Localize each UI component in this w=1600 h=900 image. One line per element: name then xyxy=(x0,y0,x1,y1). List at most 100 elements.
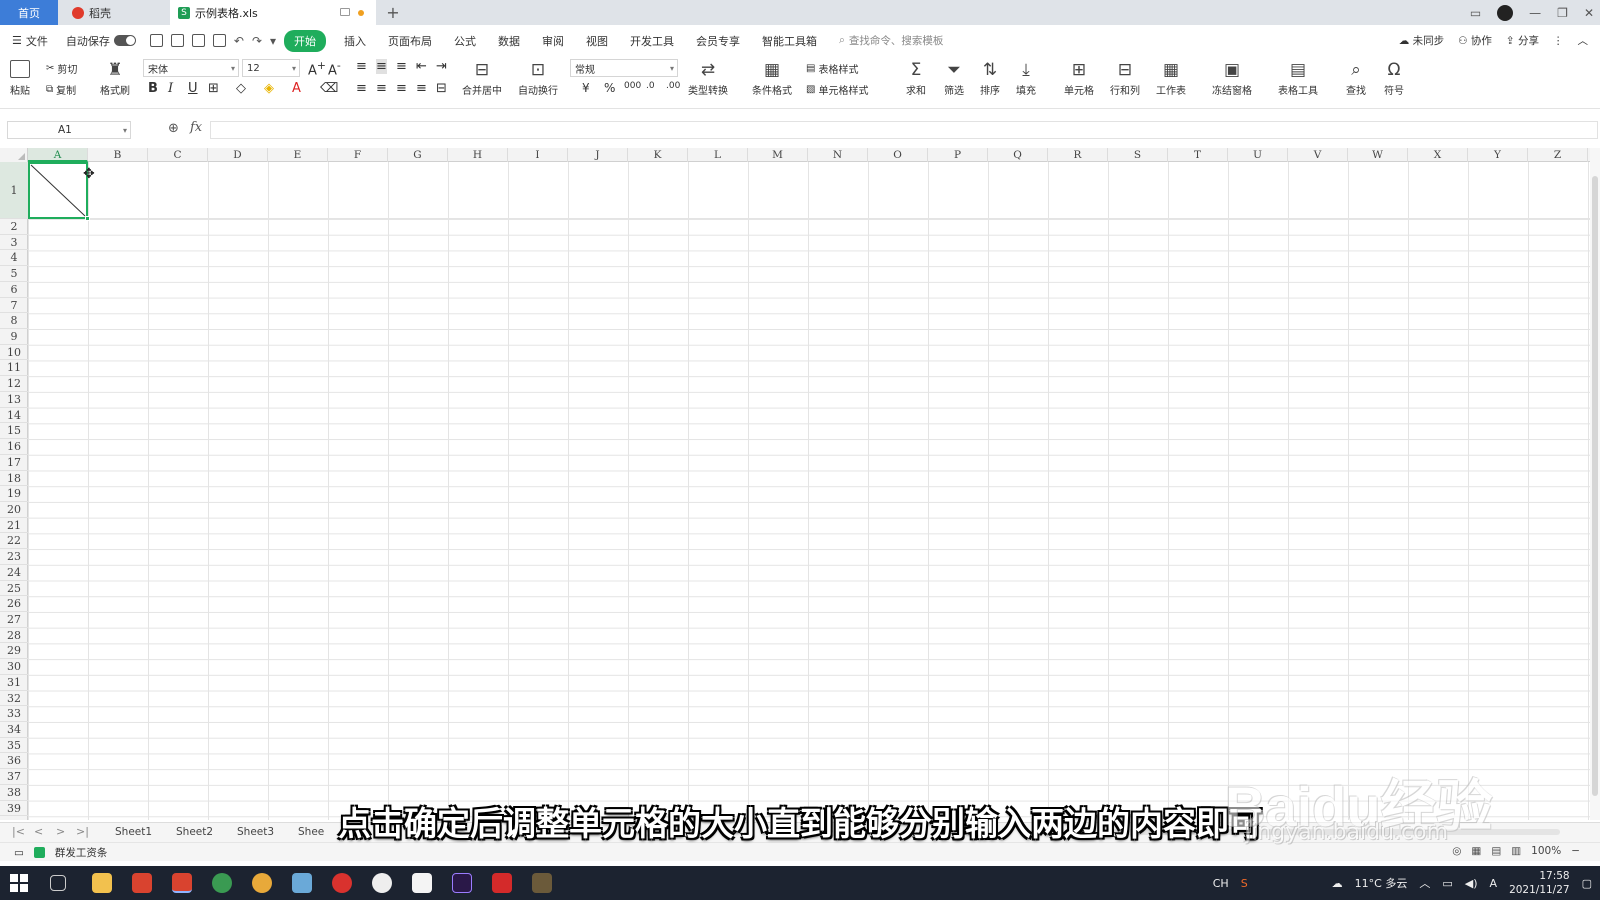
underline-button[interactable]: U xyxy=(188,81,198,96)
menu-file[interactable]: ☰ 文件 xyxy=(12,33,48,49)
column-header[interactable]: W xyxy=(1348,148,1408,162)
column-header[interactable]: J xyxy=(568,148,628,162)
column-header[interactable]: Q xyxy=(988,148,1048,162)
row-header[interactable]: 9 xyxy=(0,329,28,345)
row-header[interactable]: 10 xyxy=(0,345,28,361)
payroll-label[interactable]: 群发工资条 xyxy=(55,845,108,860)
conditional-format-button[interactable]: ▦ 条件格式 xyxy=(752,60,792,97)
zoom-icon[interactable]: ⊕ xyxy=(168,121,179,136)
decrease-font-icon[interactable]: A- xyxy=(328,59,341,78)
app-icon-3[interactable] xyxy=(372,873,392,893)
align-bottom-icon[interactable]: ≡ xyxy=(396,59,407,74)
tab-daoke[interactable]: 稻壳 xyxy=(62,0,166,25)
scroll-thumb[interactable] xyxy=(1592,176,1598,796)
row-header[interactable]: 31 xyxy=(0,675,28,691)
share-button[interactable]: ⇪ 分享 xyxy=(1506,33,1539,48)
bold-button[interactable]: B xyxy=(148,81,158,96)
column-header[interactable]: D xyxy=(208,148,268,162)
notification-icon[interactable]: ▢ xyxy=(1582,877,1592,890)
row-header[interactable]: 27 xyxy=(0,612,28,628)
cut-button[interactable]: ✂ 剪切 xyxy=(46,61,77,76)
row-header[interactable]: 2 xyxy=(0,219,28,235)
app-icon-4[interactable] xyxy=(412,873,432,893)
filter-button[interactable]: ⏷ 筛选 xyxy=(944,60,964,97)
row-header[interactable]: 28 xyxy=(0,628,28,644)
input-language[interactable]: CH xyxy=(1213,877,1229,890)
worksheet-button[interactable]: ▦ 工作表 xyxy=(1156,60,1186,97)
column-header[interactable]: X xyxy=(1408,148,1468,162)
row-col-button[interactable]: ⊟ 行和列 xyxy=(1110,60,1140,97)
indent-increase-icon[interactable]: ⇥ xyxy=(436,59,447,74)
column-header[interactable]: M xyxy=(748,148,808,162)
wrap-text-button[interactable]: ⊡ 自动换行 xyxy=(518,60,558,97)
monitor-icon[interactable] xyxy=(340,8,350,16)
row-header[interactable]: 3 xyxy=(0,235,28,251)
save-icon[interactable] xyxy=(149,34,163,47)
more-icon[interactable]: ⋮ xyxy=(1553,35,1564,47)
menu-member[interactable]: 会员专享 xyxy=(696,33,740,49)
merge-center-button[interactable]: ⊟ 合并居中 xyxy=(462,60,502,97)
row-header[interactable]: 8 xyxy=(0,313,28,330)
italic-button[interactable]: I xyxy=(168,81,173,96)
sync-button[interactable]: ☁ 未同步 xyxy=(1399,33,1444,48)
eye-icon[interactable]: ◎ xyxy=(1452,845,1461,857)
menu-insert[interactable]: 插入 xyxy=(344,33,366,49)
font-size-select[interactable]: 12 xyxy=(242,59,300,77)
row-header[interactable]: 36 xyxy=(0,753,28,770)
file-explorer-icon[interactable] xyxy=(92,873,112,893)
currency-icon[interactable]: ¥ xyxy=(582,81,590,95)
type-convert-button[interactable]: ⇄ 类型转换 xyxy=(688,60,728,97)
menu-developer[interactable]: 开发工具 xyxy=(630,33,674,49)
sort-button[interactable]: ⇅ 排序 xyxy=(980,60,1000,97)
row-header[interactable]: 17 xyxy=(0,455,28,471)
select-all-corner[interactable] xyxy=(0,148,28,162)
row-header[interactable]: 15 xyxy=(0,423,28,440)
row-header[interactable]: 12 xyxy=(0,376,28,392)
print-icon[interactable] xyxy=(191,34,205,47)
dropdown-icon[interactable]: ▾ xyxy=(270,34,276,48)
column-header[interactable]: F xyxy=(328,148,388,162)
row-header[interactable]: 37 xyxy=(0,769,28,785)
row-header[interactable]: 14 xyxy=(0,408,28,424)
break-view-icon[interactable]: ▥ xyxy=(1511,845,1521,857)
row-header[interactable]: 21 xyxy=(0,518,28,534)
column-header[interactable]: I xyxy=(508,148,568,162)
format-painter-button[interactable]: ♜ 格式刷 xyxy=(100,60,130,97)
copy-button[interactable]: ⧉ 复制 xyxy=(46,82,76,97)
thousands-icon[interactable]: 000 xyxy=(624,81,641,91)
increase-decimal-icon[interactable]: .0 xyxy=(646,81,655,91)
fill-handle[interactable] xyxy=(85,216,90,221)
menu-data[interactable]: 数据 xyxy=(498,33,520,49)
ime-icon[interactable]: A xyxy=(1490,877,1498,890)
cell-area[interactable] xyxy=(28,162,1590,820)
collab-button[interactable]: ⚇ 协作 xyxy=(1458,33,1492,48)
page-view-icon[interactable]: ▤ xyxy=(1491,845,1501,857)
wps-icon[interactable] xyxy=(492,873,512,893)
zoom-level[interactable]: 100% xyxy=(1531,845,1561,857)
sum-button[interactable]: Σ 求和 xyxy=(906,60,926,97)
column-header[interactable]: S xyxy=(1108,148,1168,162)
tab-home[interactable]: 首页 xyxy=(0,0,58,25)
layout-icon[interactable]: ▭ xyxy=(1470,6,1481,20)
symbol-button[interactable]: Ω 符号 xyxy=(1384,60,1404,97)
column-header[interactable]: K xyxy=(628,148,688,162)
redo-icon[interactable]: ↷ xyxy=(252,34,262,48)
column-header[interactable]: E xyxy=(268,148,328,162)
column-header[interactable]: H xyxy=(448,148,508,162)
justify-icon[interactable]: ≡ xyxy=(416,81,427,96)
app-icon-1[interactable] xyxy=(132,873,152,893)
close-icon[interactable]: ✕ xyxy=(1584,6,1594,20)
find-button[interactable]: ⌕ 查找 xyxy=(1346,60,1366,97)
row-header[interactable]: 1 xyxy=(0,162,28,219)
row-header[interactable]: 16 xyxy=(0,439,28,455)
minimize-icon[interactable]: — xyxy=(1529,6,1541,20)
fill-color-icon[interactable]: ◈ xyxy=(264,81,274,96)
row-header[interactable]: 30 xyxy=(0,659,28,675)
column-header[interactable]: P xyxy=(928,148,988,162)
menu-formula[interactable]: 公式 xyxy=(454,33,476,49)
row-header[interactable]: 35 xyxy=(0,738,28,754)
weather[interactable]: 11°C 多云 xyxy=(1355,875,1408,891)
align-middle-icon[interactable]: ≡ xyxy=(376,59,387,74)
column-header[interactable]: U xyxy=(1228,148,1288,162)
normal-view-icon[interactable]: ▦ xyxy=(1471,845,1481,857)
